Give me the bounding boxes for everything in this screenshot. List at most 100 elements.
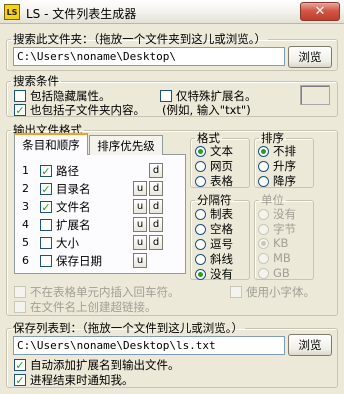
tab-items-order[interactable]: 条目和顺序 (14, 133, 88, 155)
unit-radio-label: MB (273, 251, 291, 265)
sort-radio-circle[interactable] (258, 145, 269, 157)
auto-ext-box[interactable]: ✓ (14, 359, 26, 371)
notify-box[interactable]: ✓ (14, 374, 26, 386)
move-up-button[interactable]: u (133, 199, 147, 214)
search-path-input[interactable]: C:\Users\noname\Desktop\ (13, 47, 285, 66)
search-folder-legend: 搜索此文件夹：（拖放一个文件夹到这儿或浏览。） (13, 32, 266, 46)
item-checkbox-3[interactable]: ✓ 文件名 (40, 199, 91, 215)
move-down-button[interactable]: d (149, 235, 163, 250)
special-ext-box[interactable] (160, 90, 172, 102)
sort-radio-2[interactable]: 升序 (258, 158, 296, 174)
sort-radio-circle[interactable] (258, 175, 269, 187)
format-radio-label: 文本 (210, 144, 233, 158)
format-radio-circle[interactable] (195, 175, 206, 187)
move-down-button[interactable]: d (149, 199, 163, 214)
small-font-checkbox[interactable]: 使用小字体。 (230, 284, 315, 300)
sort-radio-1[interactable]: 不排 (258, 143, 296, 159)
notify-checkbox[interactable]: ✓ 进程结束时通知我。 (14, 372, 134, 388)
unit-radio-label: KB (273, 236, 289, 250)
hyperlink-checkbox[interactable]: 在文件名上创建超链接。 (14, 299, 157, 315)
separator-radio-circle[interactable] (195, 268, 206, 280)
tab-sort-priority[interactable]: 排序优先级 (89, 135, 163, 155)
separator-radio-3[interactable]: 逗号 (195, 236, 233, 252)
unit-radio-3[interactable]: KB (258, 236, 288, 250)
separator-radio-circle[interactable] (195, 253, 206, 265)
separator-radio-1[interactable]: 制表 (195, 206, 233, 222)
move-up-button[interactable]: u (133, 235, 147, 250)
save-browse-button[interactable]: 浏览 (288, 334, 332, 356)
hyperlink-box[interactable] (14, 301, 26, 313)
sort-radio-3[interactable]: 降序 (258, 173, 296, 189)
unit-radio-circle[interactable] (258, 267, 269, 279)
unit-radio-label: GB (273, 266, 290, 280)
sort-radio-dot (261, 148, 266, 154)
move-up-button[interactable]: u (133, 217, 147, 232)
auto-ext-checkbox[interactable]: ✓ 自动添加扩展名到输出文件。 (14, 357, 180, 373)
include-subfolders-box[interactable]: ✓ (14, 104, 26, 116)
item-checkbox-box[interactable] (40, 255, 52, 267)
separator-radio-label: 逗号 (210, 237, 233, 251)
item-label: 保存日期 (56, 254, 102, 268)
save-path-input[interactable]: C:\Users\noname\Desktop\ls.txt (13, 336, 285, 355)
item-number: 2 (22, 182, 29, 195)
separator-radio-4[interactable]: 斜线 (195, 251, 233, 267)
sort-radio-label: 不排 (273, 144, 296, 158)
item-number: 1 (22, 164, 29, 177)
move-down-button[interactable]: d (149, 217, 163, 232)
item-label: 目录名 (56, 182, 91, 196)
unit-radio-5[interactable]: GB (258, 266, 290, 280)
unit-radio-4[interactable]: MB (258, 251, 291, 265)
unit-radio-circle[interactable] (258, 208, 269, 220)
unit-radio-circle[interactable] (258, 252, 269, 264)
unit-radio-circle[interactable] (258, 237, 269, 249)
item-checkbox-box[interactable] (40, 237, 52, 249)
format-radio-2[interactable]: 网页 (195, 158, 233, 174)
item-checkbox-box[interactable]: ✓ (40, 183, 52, 195)
separator-radio-label: 没有 (210, 267, 233, 281)
separator-radio-5[interactable]: 没有 (195, 266, 233, 282)
item-checkbox-box[interactable]: ✓ (40, 201, 52, 213)
separator-radio-circle[interactable] (195, 208, 206, 220)
include-subfolders-checkbox[interactable]: ✓ 也包括子文件夹内容。 (14, 102, 145, 118)
separator-radio-circle[interactable] (195, 223, 206, 235)
format-radio-label: 表格 (210, 174, 233, 188)
unit-radio-label: 字节 (273, 222, 296, 236)
move-down-button[interactable]: d (149, 163, 163, 178)
item-label: 文件名 (56, 200, 91, 214)
format-radio-1[interactable]: 文本 (195, 143, 233, 159)
unit-radio-1[interactable]: 没有 (258, 206, 296, 222)
item-label: 路径 (56, 164, 79, 178)
sort-radio-label: 降序 (273, 174, 296, 188)
search-browse-button[interactable]: 浏览 (288, 46, 332, 68)
separator-radio-label: 空格 (210, 222, 233, 236)
item-checkbox-5[interactable]: 大小 (40, 235, 79, 251)
move-down-button[interactable]: d (149, 181, 163, 196)
extension-input[interactable] (300, 85, 330, 105)
include-hidden-box[interactable] (14, 90, 26, 102)
separator-radio-2[interactable]: 空格 (195, 221, 233, 237)
item-checkbox-6[interactable]: 保存日期 (40, 253, 102, 269)
format-radio-3[interactable]: 表格 (195, 173, 233, 189)
item-checkbox-4[interactable]: 扩展名 (40, 217, 91, 233)
item-checkbox-2[interactable]: ✓ 目录名 (40, 181, 91, 197)
separator-radio-circle[interactable] (195, 238, 206, 250)
no-newline-box[interactable] (14, 286, 26, 298)
item-number: 5 (22, 236, 29, 249)
item-checkbox-1[interactable]: ✓ 路径 (40, 163, 79, 179)
no-newline-checkbox[interactable]: 不在表格单元内插入回车符。 (14, 284, 180, 300)
unit-radio-circle[interactable] (258, 223, 269, 235)
item-checkbox-box[interactable]: ✓ (40, 165, 52, 177)
move-up-button[interactable]: u (133, 253, 147, 268)
move-up-button[interactable]: u (133, 181, 147, 196)
sort-radio-circle[interactable] (258, 160, 269, 172)
title-bar: LS LS - 文件列表生成器 ✕ (0, 0, 344, 24)
format-radio-circle[interactable] (195, 160, 206, 172)
separator-radio-label: 斜线 (210, 252, 233, 266)
item-checkbox-box[interactable] (40, 219, 52, 231)
unit-radio-2[interactable]: 字节 (258, 221, 296, 237)
format-radio-circle[interactable] (195, 145, 206, 157)
window-title: LS - 文件列表生成器 (26, 7, 137, 21)
app-icon: LS (4, 4, 20, 20)
close-button[interactable]: ✕ (300, 2, 340, 21)
small-font-box[interactable] (230, 286, 242, 298)
